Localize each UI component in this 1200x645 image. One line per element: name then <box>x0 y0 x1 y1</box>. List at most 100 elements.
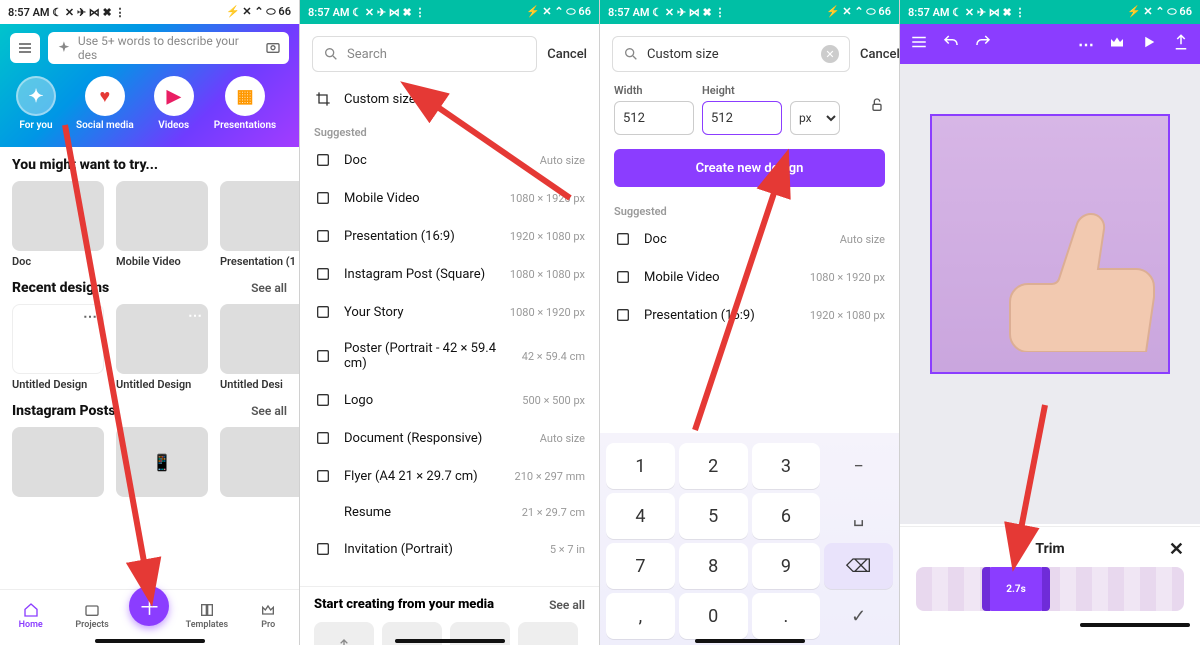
keypad-key[interactable]: − <box>824 443 893 489</box>
insta-see-all[interactable]: See all <box>251 404 287 418</box>
try-row[interactable]: Doc Mobile Video Presentation (1 <box>0 173 299 270</box>
item-meta: 1080 × 1920 px <box>510 306 585 319</box>
keypad-key[interactable]: 6 <box>752 493 821 539</box>
category-tabs: ✦For you ♥Social media ▶Videos ▦Presenta… <box>10 76 289 131</box>
unit-select[interactable]: px <box>790 101 840 135</box>
pro-icon[interactable] <box>1108 33 1126 55</box>
trim-selection[interactable]: 2.7s <box>986 567 1046 611</box>
trim-handle-left[interactable] <box>982 567 990 611</box>
search-value[interactable] <box>647 47 813 62</box>
keypad-key[interactable]: ✓ <box>824 593 893 639</box>
suggested-list: DocAuto sizeMobile Video1080 × 1920 pxPr… <box>600 220 899 334</box>
height-input[interactable] <box>702 101 782 135</box>
editor-canvas[interactable] <box>900 64 1200 524</box>
keypad-key[interactable]: 4 <box>606 493 675 539</box>
category-for-you[interactable]: ✦For you <box>16 76 56 131</box>
suggested-item[interactable]: Flyer (A4 21 × 29.7 cm)210 × 297 mm <box>300 457 599 495</box>
custom-size-label: Custom size <box>344 92 416 107</box>
category-videos[interactable]: ▶Videos <box>154 76 194 131</box>
status-bar: 8:57 AM ☾ ✕ ✈ ⋈ ✖ ⋮ ⚡ ✕ ⌃ ⬭ 66 <box>0 0 299 24</box>
keypad-key[interactable]: 7 <box>606 543 675 589</box>
keypad-key[interactable]: 3 <box>752 443 821 489</box>
lock-icon[interactable] <box>869 97 885 123</box>
menu-button[interactable] <box>10 33 40 63</box>
nav-pro[interactable]: Pro <box>244 602 292 630</box>
nav-projects[interactable]: Projects <box>68 602 116 630</box>
keypad-key[interactable]: , <box>606 593 675 639</box>
insta-row[interactable]: 📱 <box>0 419 299 557</box>
search-input[interactable]: Search <box>312 36 537 72</box>
keypad-key[interactable]: 0 <box>679 593 748 639</box>
home-search-input[interactable]: Use 5+ words to describe your des <box>48 32 289 64</box>
create-design-button[interactable]: Create new design <box>614 149 885 187</box>
recent-see-all[interactable]: See all <box>251 281 287 295</box>
clear-icon[interactable]: ✕ <box>821 45 839 63</box>
trim-timeline[interactable]: 2.7s <box>916 567 1184 611</box>
media-see-all[interactable]: See all <box>549 598 585 612</box>
status-right-icons: ⚡ ✕ ⌃ ⬭ 66 <box>226 5 291 19</box>
fab-create-button[interactable]: ＋ <box>129 586 169 626</box>
more-icon[interactable]: ⋯ <box>83 309 97 325</box>
camera-icon[interactable] <box>265 39 281 58</box>
suggested-item[interactable]: Mobile Video1080 × 1920 px <box>300 179 599 217</box>
keypad-key[interactable]: 1 <box>606 443 675 489</box>
keypad-key[interactable]: 8 <box>679 543 748 589</box>
upload-media-button[interactable] <box>314 622 374 645</box>
play-icon[interactable] <box>1140 33 1158 55</box>
suggested-item[interactable]: Instagram Post (Square)1080 × 1080 px <box>300 255 599 293</box>
gesture-handle <box>395 639 505 643</box>
redo-icon[interactable] <box>974 33 992 55</box>
recent-row[interactable]: ⋯Untitled Design ⋯Untitled Design Untitl… <box>0 296 299 393</box>
cancel-button[interactable]: Cancel <box>860 47 900 62</box>
item-label: Doc <box>644 232 667 247</box>
suggested-item[interactable]: Presentation (16:9)1920 × 1080 px <box>300 217 599 255</box>
recent-item[interactable]: ⋯Untitled Design <box>12 304 104 391</box>
sparkle-icon <box>56 40 72 56</box>
screen-4-editor: 8:57 AM ☾ ✕ ✈ ⋈ ✖ ⋮ ⚡ ✕ ⌃ ⬭ 66 ⋯ Trim ✕ <box>900 0 1200 645</box>
suggested-item[interactable]: Resume21 × 29.7 cm <box>300 495 599 530</box>
more-icon[interactable]: ⋯ <box>1078 35 1094 54</box>
close-icon[interactable]: ✕ <box>1169 539 1184 560</box>
keypad-key[interactable]: ␣ <box>824 493 893 539</box>
insta-item[interactable]: 📱 <box>116 427 208 497</box>
custom-size-row[interactable]: Custom size <box>300 80 599 118</box>
suggested-item[interactable]: Document (Responsive)Auto size <box>300 419 599 457</box>
keypad-key[interactable]: 2 <box>679 443 748 489</box>
search-input[interactable]: ✕ <box>612 36 850 72</box>
category-social[interactable]: ♥Social media <box>76 76 134 131</box>
insta-item[interactable] <box>220 427 299 497</box>
category-presentations[interactable]: ▦Presentations <box>214 76 277 131</box>
keypad-key[interactable]: . <box>752 593 821 639</box>
keypad-key[interactable]: 5 <box>679 493 748 539</box>
recent-item[interactable]: ⋯Untitled Design <box>116 304 208 391</box>
suggested-item[interactable]: DocAuto size <box>300 141 599 179</box>
suggested-item[interactable]: Presentation (16:9)1920 × 1080 px <box>600 296 899 334</box>
try-presentation[interactable]: Presentation (1 <box>220 181 299 268</box>
insta-item[interactable] <box>12 427 104 497</box>
suggested-item[interactable]: Logo500 × 500 px <box>300 381 599 419</box>
recent-item[interactable]: Untitled Desi <box>220 304 299 391</box>
suggested-item[interactable]: DocAuto size <box>600 220 899 258</box>
more-icon[interactable]: ⋯ <box>188 308 202 324</box>
status-bar: 8:57 AM ☾ ✕ ✈ ⋈ ✖ ⋮ ⚡ ✕ ⌃ ⬭ 66 <box>900 0 1200 24</box>
undo-icon[interactable] <box>942 33 960 55</box>
video-frame[interactable] <box>930 114 1170 374</box>
nav-templates[interactable]: Templates <box>183 602 231 630</box>
width-input[interactable] <box>614 101 694 135</box>
suggested-item[interactable]: Mobile Video1080 × 1920 px <box>600 258 899 296</box>
item-label: Logo <box>344 393 373 408</box>
cancel-button[interactable]: Cancel <box>547 47 587 62</box>
suggested-item[interactable]: Your Story1080 × 1920 px <box>300 293 599 331</box>
try-doc[interactable]: Doc <box>12 181 104 268</box>
nav-home[interactable]: Home <box>7 602 55 630</box>
keypad-key[interactable]: ⌫ <box>824 543 893 589</box>
trim-duration-badge: 2.7s <box>1006 584 1026 595</box>
suggested-item[interactable]: Poster (Portrait - 42 × 59.4 cm)42 × 59.… <box>300 331 599 381</box>
suggested-item[interactable]: Invitation (Portrait)5 × 7 in <box>300 530 599 568</box>
keypad-key[interactable]: 9 <box>752 543 821 589</box>
media-item[interactable] <box>518 622 578 645</box>
trim-handle-right[interactable] <box>1042 567 1050 611</box>
menu-icon[interactable] <box>910 33 928 55</box>
share-icon[interactable] <box>1172 33 1190 55</box>
try-mobile-video[interactable]: Mobile Video <box>116 181 208 268</box>
